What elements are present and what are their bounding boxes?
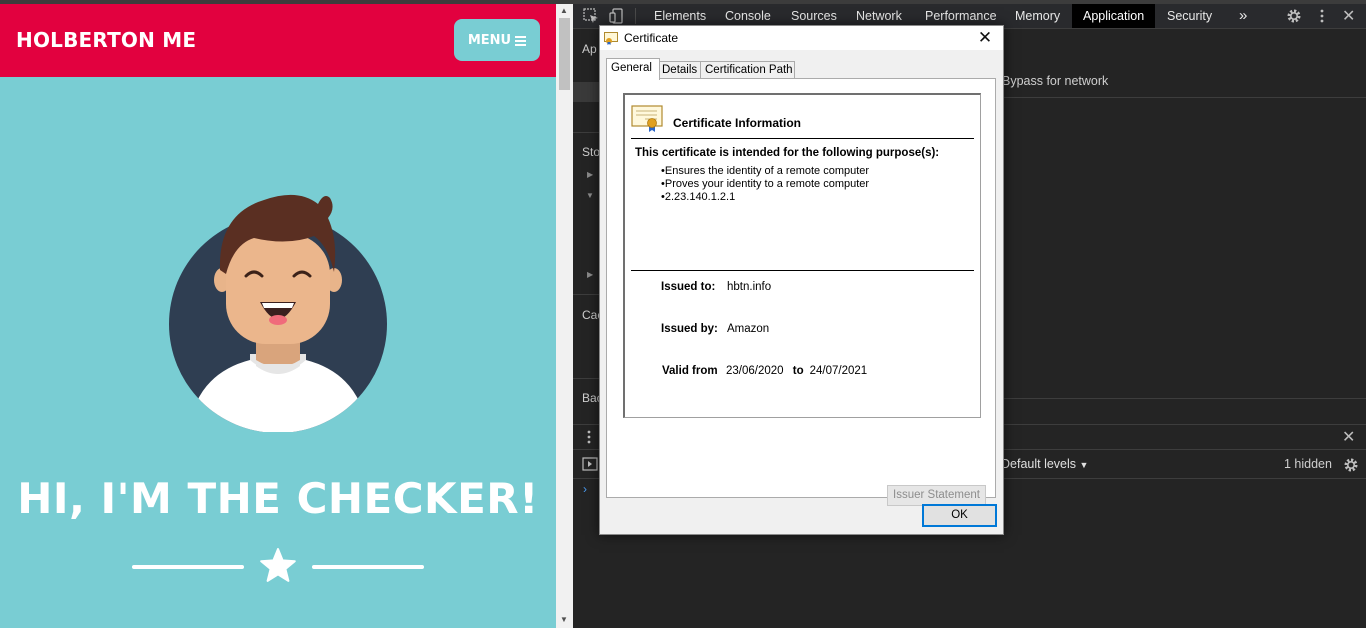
console-settings-gear-icon[interactable]: [1343, 457, 1359, 473]
close-icon[interactable]: ✕: [973, 28, 997, 48]
expand-arrow-icon[interactable]: ▶: [587, 170, 593, 179]
valid-to-value: 24/07/2021: [809, 365, 868, 377]
valid-from-value: 23/06/2020: [726, 365, 784, 377]
list-item: Proves your identity to a remote compute…: [661, 178, 869, 191]
issuer-statement-button[interactable]: Issuer Statement: [887, 485, 986, 506]
tab-certification-path[interactable]: Certification Path: [700, 61, 795, 79]
scrollbar-thumb[interactable]: [559, 18, 570, 90]
purpose-heading: This certificate is intended for the fol…: [635, 147, 940, 159]
close-drawer-icon[interactable]: ✕: [1342, 427, 1355, 447]
dialog-title: Certificate: [624, 31, 679, 45]
tab-general[interactable]: General: [606, 58, 660, 80]
drawer-menu-icon[interactable]: [585, 429, 593, 445]
ok-button[interactable]: OK: [922, 504, 997, 527]
certificate-large-icon: [631, 105, 663, 132]
panel-separator: [1002, 398, 1366, 399]
sidebar-section-storage: Sto: [582, 145, 601, 159]
divider-line-right: [312, 565, 424, 569]
list-item: Ensures the identity of a remote compute…: [661, 165, 869, 178]
site-header: HOLBERTON ME MENU: [0, 4, 556, 77]
tab-security[interactable]: Security: [1156, 4, 1223, 28]
star-divider: [132, 548, 424, 584]
issued-to-value: hbtn.info: [727, 281, 772, 293]
log-levels-dropdown[interactable]: Default levels ▼: [1001, 457, 1088, 471]
certificate-dialog: Certificate ✕ General Details Certificat…: [599, 25, 1004, 535]
menu-label: MENU: [467, 32, 512, 48]
expand-arrow-icon[interactable]: ▶: [587, 270, 593, 279]
general-tab-panel: Certificate Information This certificate…: [606, 78, 996, 506]
issued-by-row: Issued by: Amazon: [661, 323, 769, 335]
device-toolbar-icon[interactable]: [609, 8, 625, 24]
certificate-info-box: Certificate Information This certificate…: [623, 93, 981, 418]
sidebar-section-application: Ap: [582, 42, 597, 56]
issued-by-label: Issued by:: [661, 323, 718, 335]
divider-line-left: [132, 565, 244, 569]
info-title: Certificate Information: [673, 116, 802, 130]
toolbar-separator: [635, 8, 636, 24]
scroll-up-arrow-icon[interactable]: ▲: [560, 6, 568, 15]
chevron-down-icon: ▼: [1079, 460, 1089, 470]
close-devtools-icon[interactable]: ✕: [1342, 6, 1355, 26]
issued-by-value: Amazon: [727, 323, 770, 335]
sidebar-separator: [573, 378, 599, 379]
collapse-arrow-icon[interactable]: ▼: [586, 191, 594, 200]
tab-memory[interactable]: Memory: [1004, 4, 1071, 28]
console-prompt-icon[interactable]: ›: [583, 482, 587, 496]
certificate-icon: [604, 32, 618, 45]
gear-icon[interactable]: [1286, 8, 1302, 24]
hero-title: HI, I'M THE CHECKER!: [17, 474, 539, 523]
hidden-messages-count: 1 hidden: [1284, 457, 1332, 471]
info-rule: [631, 138, 974, 139]
validity-row: Valid from 23/06/2020 to 24/07/2021: [662, 365, 867, 377]
sidebar-selected-row[interactable]: [573, 82, 599, 102]
tab-application[interactable]: Application: [1072, 4, 1156, 28]
issued-to-row: Issued to: hbtn.info: [661, 281, 771, 293]
site-scrollbar[interactable]: ▲ ▼: [556, 4, 573, 628]
purpose-list: Ensures the identity of a remote compute…: [661, 165, 869, 204]
sidebar-separator: [573, 132, 599, 133]
console-sidebar-toggle-icon[interactable]: [582, 457, 598, 471]
inspect-element-icon[interactable]: [583, 8, 599, 24]
panel-separator: [1002, 97, 1366, 98]
more-tabs-icon[interactable]: »: [1228, 4, 1258, 28]
issued-to-label: Issued to:: [661, 281, 716, 293]
info-rule: [631, 270, 974, 271]
sidebar-separator: [573, 294, 599, 295]
valid-to-label: to: [792, 365, 804, 377]
kebab-menu-icon[interactable]: [1314, 8, 1330, 24]
bypass-for-network-label[interactable]: Bypass for network: [1002, 74, 1108, 88]
tab-details[interactable]: Details: [657, 61, 702, 79]
log-levels-label: Default levels: [1001, 457, 1077, 471]
website-viewport: HOLBERTON ME MENU HI, I'M THE CHECKER!: [0, 4, 556, 628]
scroll-down-arrow-icon[interactable]: ▼: [560, 615, 568, 624]
valid-from-label: Valid from: [662, 365, 718, 377]
avatar: [169, 194, 387, 432]
hamburger-icon: [515, 35, 527, 46]
star-icon: [260, 548, 296, 582]
menu-button[interactable]: MENU: [454, 19, 540, 61]
list-item: 2.23.140.1.2.1: [661, 191, 869, 204]
dialog-titlebar: Certificate ✕: [600, 26, 1003, 50]
site-brand[interactable]: HOLBERTON ME: [16, 28, 196, 52]
